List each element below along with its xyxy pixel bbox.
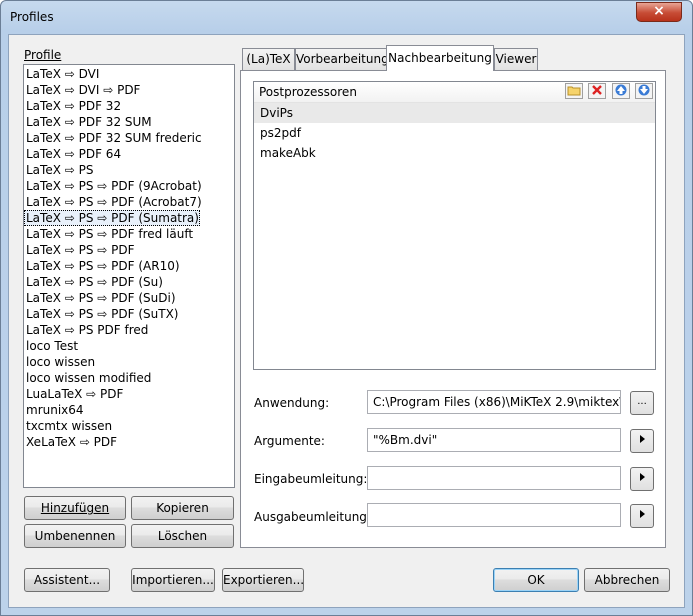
arrow-right-icon (639, 510, 645, 518)
postprocessor-list-item[interactable]: makeAbk (254, 143, 655, 163)
tab-preprocessing[interactable]: Vorbearbeitung (295, 48, 389, 70)
profile-list-item[interactable]: loco wissen (24, 354, 234, 370)
profile-list-item[interactable]: LaTeX ⇨ PS ⇨ PDF (Acrobat7) (24, 194, 234, 210)
profile-list-item[interactable]: LaTeX ⇨ PDF 64 (24, 146, 234, 162)
output-redirect-input[interactable] (367, 503, 621, 527)
profile-list-item[interactable]: LaTeX ⇨ DVI (24, 66, 234, 82)
postprocessor-list[interactable]: Postprozessoren DviPs ps2pdf makeAbk (253, 81, 656, 370)
copy-profile-button[interactable]: Kopieren (131, 496, 234, 520)
input-redirect-input[interactable] (367, 466, 621, 490)
tab-viewer[interactable]: Viewer (494, 48, 538, 70)
postprocessor-list-item[interactable]: DviPs (254, 103, 655, 123)
close-button[interactable]: × (636, 2, 682, 22)
output-redirect-label-text: Ausgabeumleitung: (254, 510, 371, 524)
delete-profile-label: Löschen (157, 529, 208, 543)
profile-list-item[interactable]: loco Test (24, 338, 234, 354)
rename-profile-button[interactable]: Umbenennen (24, 524, 126, 548)
profile-list-item[interactable]: XeLaTeX ⇨ PDF (24, 434, 234, 450)
profile-label-text: Profile (24, 48, 62, 62)
output-redirect-label: Ausgabeumleitung: (254, 510, 371, 524)
profile-list-item[interactable]: LaTeX ⇨ PS ⇨ PDF (AR10) (24, 258, 234, 274)
postprocessor-items: DviPs ps2pdf makeAbk (254, 103, 655, 163)
tab-postprocessing[interactable]: Nachbearbeitung (386, 45, 494, 71)
profile-list-item[interactable]: LaTeX ⇨ PS (24, 162, 234, 178)
profile-list-item[interactable]: LaTeX ⇨ PS ⇨ PDF (24, 242, 234, 258)
wizard-label: Assistent... (33, 573, 101, 587)
arrow-right-icon (639, 435, 645, 443)
profile-list-item[interactable]: loco wissen modified (24, 370, 234, 386)
move-down-icon-svg (638, 84, 650, 96)
wizard-button[interactable]: Assistent... (24, 568, 110, 592)
delete-icon[interactable] (588, 83, 606, 99)
application-value: C:\Program Files (x86)\MiKTeX 2.9\miktex… (373, 395, 621, 409)
rename-profile-label: Umbenennen (34, 529, 116, 543)
application-label-text: Anwendung: (254, 396, 330, 410)
arguments-value: "%Bm.dvi" (373, 433, 438, 447)
profile-list-item[interactable]: mrunix64 (24, 402, 234, 418)
arguments-input[interactable]: "%Bm.dvi" (367, 428, 621, 452)
profile-list-item[interactable]: LaTeX ⇨ PS ⇨ PDF fred läuft (24, 226, 234, 242)
application-input[interactable]: C:\Program Files (x86)\MiKTeX 2.9\miktex… (367, 390, 621, 414)
profile-list-item[interactable]: LaTeX ⇨ PS ⇨ PDF (Sumatra) (24, 210, 200, 226)
profile-list[interactable]: LaTeX ⇨ DVI LaTeX ⇨ DVI ⇨ PDF LaTeX ⇨ PDF … (23, 64, 235, 488)
window-title: Profiles (10, 10, 54, 24)
tab-viewer-label: Viewer (495, 52, 537, 66)
tab-latex[interactable]: (La)TeX (242, 48, 295, 70)
move-up-icon-svg (615, 84, 627, 96)
tab-postprocessing-label: Nachbearbeitung (388, 51, 492, 65)
profile-list-item[interactable]: txcmtx wissen (24, 418, 234, 434)
move-up-icon[interactable] (612, 83, 630, 99)
application-label: Anwendung: (254, 396, 329, 410)
delete-profile-button[interactable]: Löschen (131, 524, 234, 548)
profile-list-item[interactable]: LaTeX ⇨ PS ⇨ PDF (SuDi) (24, 290, 234, 306)
add-profile-button[interactable]: Hinzufügen (24, 496, 126, 520)
import-button[interactable]: Importieren... (131, 568, 215, 592)
profile-list-item[interactable]: LaTeX ⇨ PS ⇨ PDF (Su) (24, 274, 234, 290)
export-button[interactable]: Exportieren... (222, 568, 304, 592)
cancel-button[interactable]: Abbrechen (584, 568, 670, 592)
cancel-label: Abbrechen (594, 573, 660, 587)
profile-list-item[interactable]: LaTeX ⇨ PDF 32 SUM frederic (24, 130, 234, 146)
profile-list-item[interactable]: LaTeX ⇨ PS ⇨ PDF (SuTX) (24, 306, 234, 322)
delete-icon-svg (592, 85, 602, 95)
ok-label: OK (527, 573, 545, 587)
import-label: Importieren... (132, 573, 214, 587)
move-down-icon[interactable] (635, 83, 653, 99)
postprocessor-header-label: Postprozessoren (259, 85, 357, 99)
input-redirect-menu-button[interactable] (630, 467, 654, 491)
browse-label: ... (637, 396, 647, 407)
new-folder-icon[interactable] (565, 83, 583, 99)
profile-list-item[interactable]: LuaLaTeX ⇨ PDF (24, 386, 234, 402)
postprocessor-list-item[interactable]: ps2pdf (254, 123, 655, 143)
input-redirect-label: Eingabeumleitung: (254, 472, 367, 486)
profile-label: Profile (24, 48, 61, 62)
output-redirect-menu-button[interactable] (630, 504, 654, 528)
profile-list-item[interactable]: LaTeX ⇨ PDF 32 (24, 98, 234, 114)
add-profile-label: Hinzufügen (40, 501, 110, 515)
profile-list-item[interactable]: LaTeX ⇨ PS ⇨ PDF (9Acrobat) (24, 178, 234, 194)
copy-profile-label: Kopieren (156, 501, 209, 515)
profile-list-item[interactable]: LaTeX ⇨ PS PDF fred (24, 322, 234, 338)
export-label: Exportieren... (223, 573, 305, 587)
ok-button[interactable]: OK (493, 568, 579, 592)
profile-list-item[interactable]: LaTeX ⇨ DVI ⇨ PDF (24, 82, 234, 98)
arguments-label-text: Argumente: (254, 434, 325, 448)
input-redirect-label-text: Eingabeumleitung: (254, 472, 368, 486)
arrow-right-icon (639, 473, 645, 481)
tab-latex-label: (La)TeX (246, 52, 291, 66)
tab-preprocessing-label: Vorbearbeitung (296, 52, 389, 66)
arguments-menu-button[interactable] (630, 429, 654, 453)
close-icon: × (653, 3, 665, 19)
arguments-label: Argumente: (254, 434, 325, 448)
browse-application-button[interactable]: ... (630, 391, 654, 415)
new-folder-icon-svg (567, 86, 581, 96)
profile-list-item[interactable]: LaTeX ⇨ PDF 32 SUM (24, 114, 234, 130)
